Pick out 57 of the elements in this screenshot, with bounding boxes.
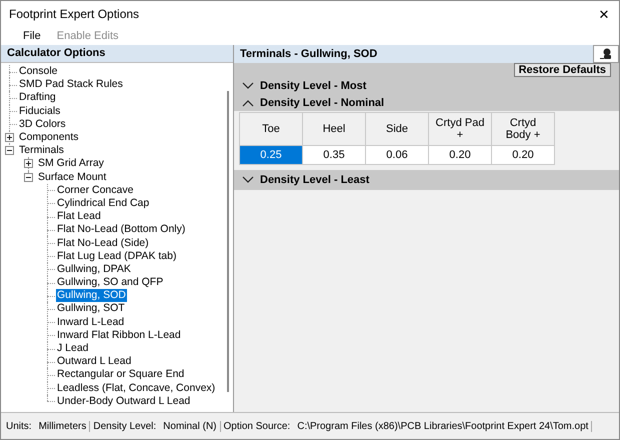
- tree-item[interactable]: Drafting: [18, 91, 57, 104]
- tree-item[interactable]: Gullwing, DPAK: [56, 262, 132, 276]
- tree-item[interactable]: Under-Body Outward L Lead: [56, 394, 192, 408]
- tree-item[interactable]: Cylindrical End Cap: [56, 196, 150, 210]
- status-label: Option Source:: [224, 420, 290, 432]
- tree-item[interactable]: Inward L-Lead: [56, 316, 126, 329]
- collapse-icon[interactable]: [4, 146, 14, 156]
- status-label: Density Level:: [93, 420, 156, 432]
- tree-item[interactable]: Flat Lead: [56, 210, 102, 224]
- tree-item[interactable]: Inward Flat Ribbon L-Lead: [56, 328, 182, 342]
- tree-item[interactable]: J Lead: [56, 342, 90, 356]
- tree-item[interactable]: Flat No-Lead (Side): [56, 236, 150, 250]
- expand-icon[interactable]: [4, 133, 14, 142]
- column-header: Heel: [302, 112, 366, 146]
- column-header: Toe: [240, 112, 302, 146]
- column-header: Side: [366, 112, 428, 146]
- chevron-up-icon: [242, 98, 254, 106]
- status-label: Units:: [6, 420, 32, 432]
- tree-item[interactable]: Gullwing, SOT: [56, 302, 126, 316]
- close-button[interactable]: ✕: [589, 1, 619, 27]
- tree-item[interactable]: Gullwing, SO and QFP: [56, 276, 164, 290]
- tree-item[interactable]: 3D Colors: [18, 118, 67, 131]
- menu-item[interactable]: File: [17, 30, 47, 42]
- panel-header: Terminals - Gullwing, SOD: [240, 48, 378, 60]
- table-cell[interactable]: 0.06: [366, 146, 428, 164]
- status-value: Millimeters: [38, 420, 86, 432]
- window-title: Footprint Expert Options: [9, 7, 140, 21]
- column-header: Crtyd Pad +: [428, 112, 492, 146]
- tree-item[interactable]: Flat No-Lead (Bottom Only): [56, 223, 186, 236]
- tree-item[interactable]: Fiducials: [18, 104, 62, 118]
- tree-item[interactable]: Gullwing, SOD: [56, 289, 127, 302]
- tree-item[interactable]: SMD Pad Stack Rules: [18, 78, 124, 92]
- chevron-down-icon: [242, 176, 254, 184]
- tool-button[interactable]: [593, 45, 619, 63]
- chevron-down-icon: [242, 82, 254, 90]
- tree-item[interactable]: Corner Concave: [56, 184, 134, 197]
- tree-item[interactable]: Flat Lug Lead (DPAK tab): [56, 250, 178, 263]
- table-cell[interactable]: 0.20: [428, 146, 492, 164]
- status-value: C:\Program Files (x86)\PCB Libraries\Footprint Expert 24\Tom.opt: [297, 420, 588, 432]
- tree-item[interactable]: Terminals: [18, 144, 65, 158]
- tree-item[interactable]: Leadless (Flat, Concave, Convex): [56, 382, 216, 395]
- stamp-icon: [599, 48, 613, 60]
- table-cell[interactable]: 0.25: [240, 146, 302, 164]
- collapse-icon[interactable]: [24, 172, 32, 182]
- restore-defaults-button[interactable]: Restore Defaults: [514, 63, 611, 77]
- panel-header: Calculator Options: [1, 45, 233, 63]
- status-value: Nominal (N): [163, 420, 216, 432]
- tree-item[interactable]: Components: [18, 131, 80, 144]
- tree-item[interactable]: SM Grid Array: [37, 157, 105, 170]
- table-cell[interactable]: 0.35: [302, 146, 366, 164]
- expand-icon[interactable]: [24, 159, 32, 168]
- column-header: Crtyd Body +: [492, 112, 554, 146]
- tree-item[interactable]: Console: [18, 65, 59, 78]
- tree-item[interactable]: Rectangular or Square End: [56, 368, 186, 382]
- tree-item[interactable]: Outward L Lead: [56, 355, 132, 368]
- tree-item[interactable]: Surface Mount: [37, 170, 108, 184]
- table-cell[interactable]: 0.20: [492, 146, 554, 164]
